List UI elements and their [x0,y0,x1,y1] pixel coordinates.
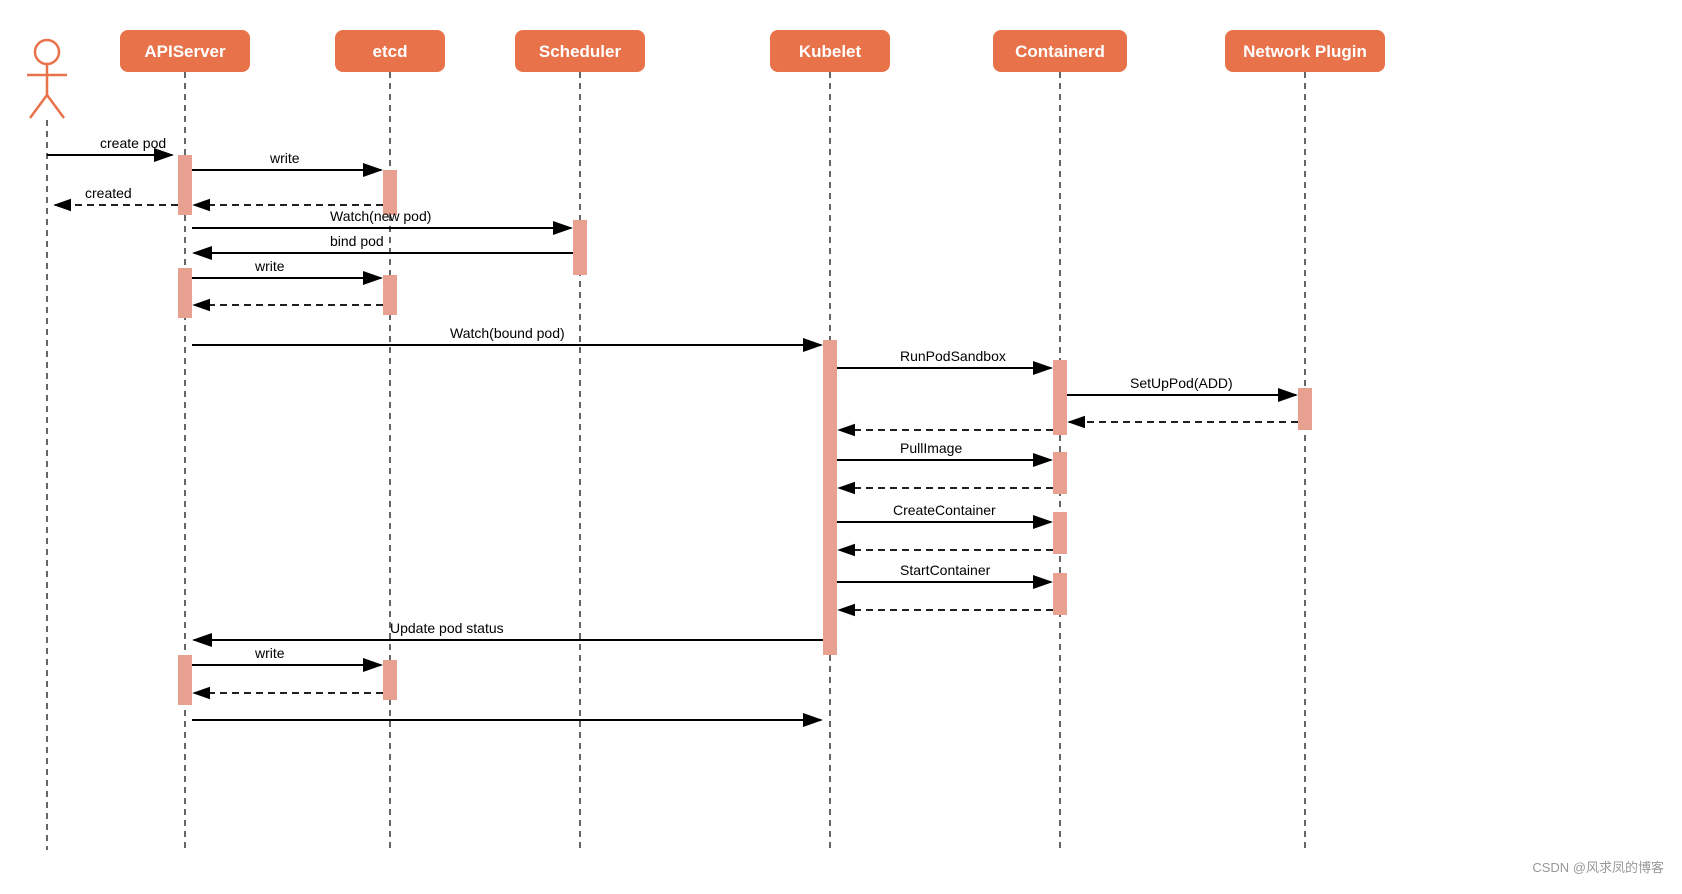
actor-scheduler-label: Scheduler [539,42,622,61]
actor-kubelet-label: Kubelet [799,42,862,61]
actor-etcd-label: etcd [373,42,408,61]
actor-networkplugin-label: Network Plugin [1243,42,1367,61]
activation-apiserver-1 [178,155,192,215]
msg-createcontainer-label: CreateContainer [893,502,996,518]
msg-watch-new-pod-label: Watch(new pod) [330,208,431,224]
actor-containerd-label: Containerd [1015,42,1105,61]
msg-startcontainer-label: StartContainer [900,562,991,578]
activation-networkplugin-1 [1298,388,1312,430]
msg-pullimage-label: PullImage [900,440,962,456]
msg-created-label: created [85,185,132,201]
msg-write-1-label: write [269,150,300,166]
activation-etcd-2 [383,275,397,315]
msg-write-2-label: write [254,258,285,274]
activation-apiserver-2 [178,268,192,318]
activation-containerd-1 [1053,360,1067,435]
msg-create-pod-label: create pod [100,135,166,151]
msg-watch-bound-pod-label: Watch(bound pod) [450,325,565,341]
actor-apiserver-label: APIServer [144,42,226,61]
activation-containerd-4 [1053,573,1067,615]
msg-update-pod-status-label: Update pod status [390,620,504,636]
msg-runpodsandbox-label: RunPodSandbox [900,348,1006,364]
activation-etcd-3 [383,660,397,700]
activation-kubelet-1 [823,340,837,655]
watermark: CSDN @风求凤的博客 [1532,857,1664,876]
activation-containerd-3 [1053,512,1067,554]
diagram-container: APIServer etcd Scheduler Kubelet Contain… [0,0,1682,894]
msg-write-3-label: write [254,645,285,661]
msg-bind-pod-label: bind pod [330,233,384,249]
activation-apiserver-3 [178,655,192,705]
sequence-diagram: APIServer etcd Scheduler Kubelet Contain… [0,0,1682,894]
activation-containerd-2 [1053,452,1067,494]
activation-scheduler-1 [573,220,587,275]
msg-setuppod-label: SetUpPod(ADD) [1130,375,1233,391]
